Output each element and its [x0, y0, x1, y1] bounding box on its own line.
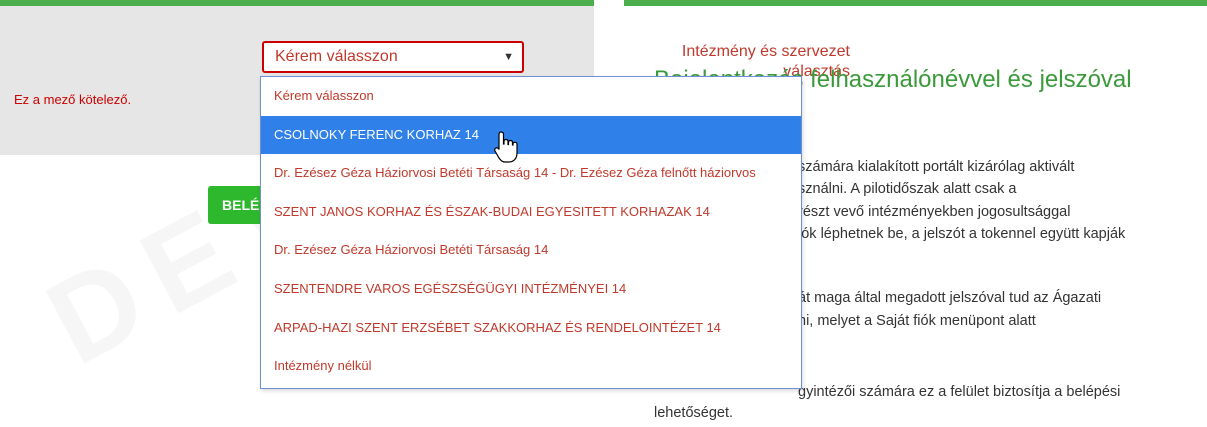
info-text-line: gyintézői számára ez a felület biztosítj… [798, 384, 1121, 400]
institution-dropdown-list: Kérem válasszon CSOLNOKY FERENC KORHAZ 1… [260, 76, 802, 389]
dropdown-option[interactable]: SZENTENDRE VAROS EGÉSZSÉGÜGYI INTÉZMÉNYE… [261, 270, 801, 309]
dropdown-option[interactable]: SZENT JANOS KORHAZ ÉS ÉSZAK-BUDAI EGYESI… [261, 193, 801, 232]
institution-select[interactable]: Kérem válasszon ▼ [262, 41, 524, 73]
dropdown-option[interactable]: Dr. Ezésez Géza Háziorvosi Betéti Társas… [261, 231, 801, 270]
institution-select-value: Kérem válasszon [275, 48, 398, 65]
required-field-message: Ez a mező kötelező. [14, 92, 132, 107]
dropdown-option[interactable]: ARPAD-HAZI SZENT ERZSÉBET SZAKKORHAZ ÉS … [261, 309, 801, 348]
info-text-line: lók léphetnek be, a jelszót a tokennel e… [798, 226, 1126, 242]
dropdown-option[interactable]: Kérem válasszon [261, 77, 801, 116]
dropdown-option[interactable]: Dr. Ezésez Géza Háziorvosi Betéti Társas… [261, 154, 801, 193]
dropdown-option[interactable]: CSOLNOKY FERENC KORHAZ 14 [261, 115, 801, 155]
dropdown-option[interactable]: Intézmény nélkül [261, 347, 801, 386]
dropdown-arrow-icon: ▼ [503, 51, 514, 63]
hand-cursor-icon [494, 131, 518, 163]
info-text-line: ni, melyet a Saját fiók menüpont alatt [798, 313, 1036, 329]
login-button[interactable]: BELÉ [208, 186, 268, 224]
top-accent-bar-right [624, 0, 1207, 6]
info-text-line: lehetőséget. [654, 405, 734, 421]
